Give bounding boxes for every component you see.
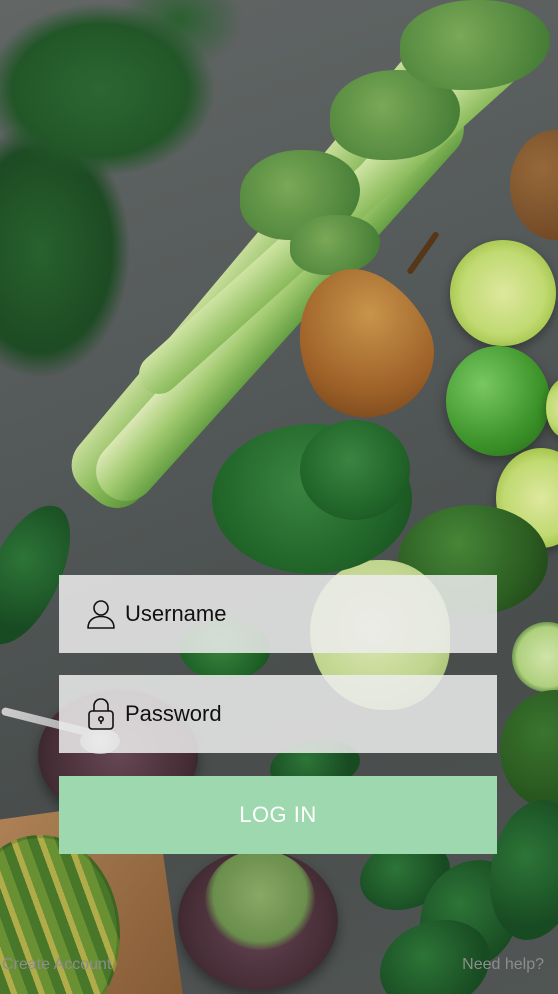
username-field[interactable] — [59, 575, 497, 653]
lock-icon — [85, 697, 117, 731]
need-help-link[interactable]: Need help? — [462, 956, 544, 974]
password-input[interactable] — [125, 701, 465, 727]
login-screen: LOG IN Create Account Need help? — [0, 0, 558, 994]
login-button[interactable]: LOG IN — [59, 776, 497, 854]
username-input[interactable] — [125, 601, 465, 627]
password-field[interactable] — [59, 675, 497, 753]
create-account-link[interactable]: Create Account — [2, 956, 111, 974]
user-icon — [85, 597, 117, 631]
